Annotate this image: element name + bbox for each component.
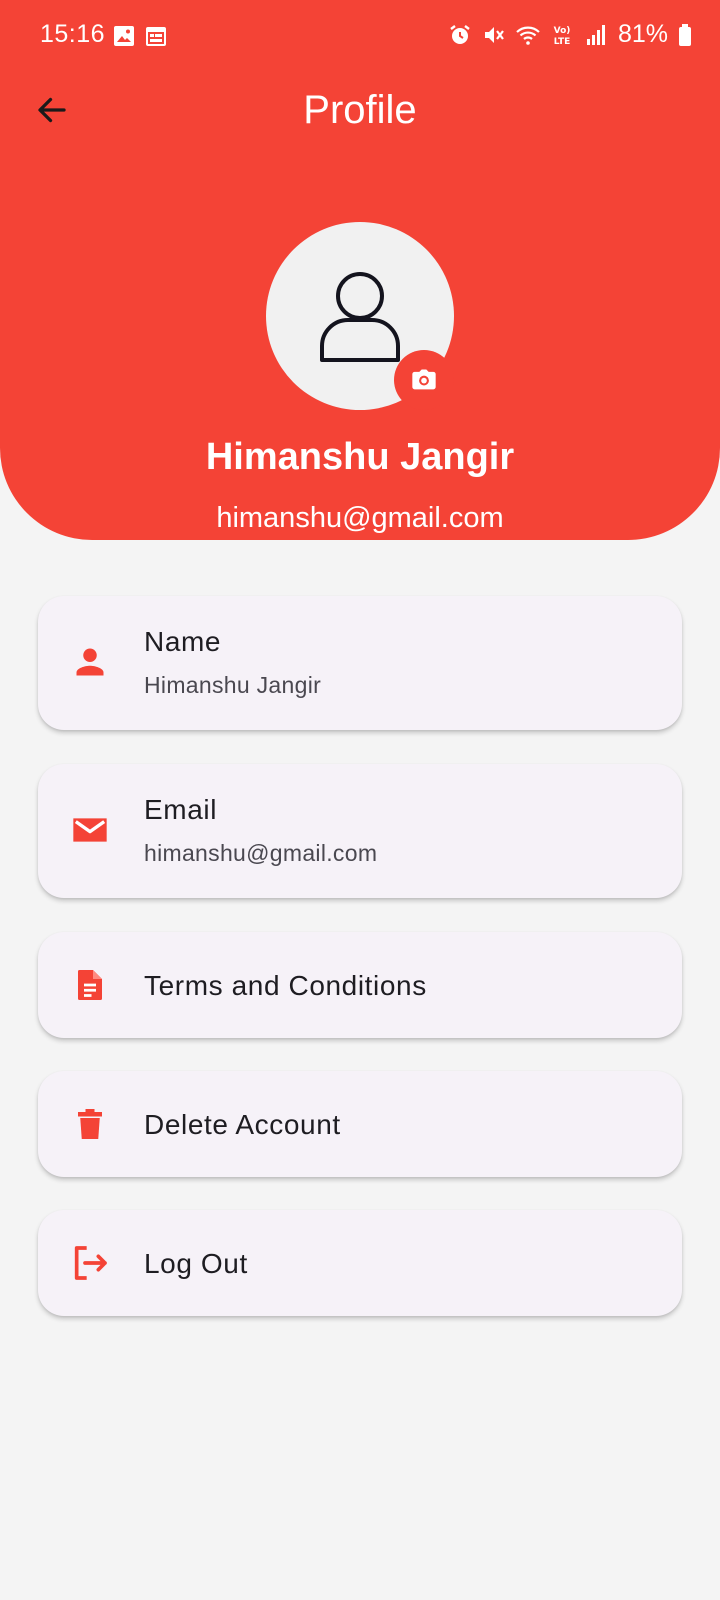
card-title: Name [144, 626, 222, 657]
alarm-icon [450, 24, 470, 44]
card-value: Himanshu Jangir [144, 672, 322, 698]
card-value: himanshu@gmail.com [144, 840, 378, 866]
status-left-icons [112, 24, 168, 48]
card-icon [68, 963, 112, 1007]
delete-account-card[interactable]: Delete Account [38, 1071, 682, 1177]
person-outline-icon [320, 272, 400, 362]
logout-card[interactable]: Log Out [38, 1210, 682, 1316]
document-icon [78, 970, 102, 1000]
card-icon [68, 1241, 112, 1285]
camera-icon [412, 369, 436, 390]
mail-icon [73, 818, 107, 842]
profile-name: Himanshu Jangir [205, 436, 515, 478]
trash-icon [78, 1109, 102, 1139]
name-card[interactable]: Name Himanshu Jangir [38, 596, 682, 730]
card-icon [68, 1102, 112, 1146]
status-time: 15:16 [40, 20, 106, 48]
status-bar: 15:16 Vo) LTE 81% [0, 0, 720, 72]
card-title: Log Out [144, 1248, 248, 1279]
profile-screen: 15:16 Vo) LTE 81% Profile Himanshu Jangi… [0, 0, 720, 1600]
battery-icon [679, 23, 691, 46]
card-icon [68, 808, 112, 852]
signal-icon [586, 24, 605, 45]
profile-header: 15:16 Vo) LTE 81% Profile Himanshu Jangi… [0, 0, 720, 540]
page-title: Profile [303, 88, 417, 132]
mute-icon [484, 26, 504, 43]
gallery-icon [114, 26, 134, 46]
profile-email: himanshu@gmail.com [216, 502, 504, 534]
card-title: Email [144, 794, 218, 825]
battery-percent: 81% [617, 20, 668, 48]
card-title: Delete Account [144, 1109, 341, 1140]
person-icon [76, 648, 104, 676]
email-card[interactable]: Email himanshu@gmail.com [38, 764, 682, 898]
app-bar: Profile [0, 72, 720, 152]
camera-button[interactable] [394, 350, 454, 410]
volte-icon: Vo) LTE [554, 26, 571, 47]
terms-card[interactable]: Terms and Conditions [38, 932, 682, 1038]
card-icon [68, 640, 112, 684]
svg-text:Vo): Vo) [554, 26, 571, 36]
wifi-icon [516, 26, 540, 45]
card-title: Terms and Conditions [144, 970, 427, 1001]
logout-icon [74, 1246, 107, 1280]
calendar-icon [146, 27, 166, 46]
svg-text:LTE: LTE [554, 37, 571, 47]
status-right-icons: Vo) LTE 81% [448, 20, 692, 49]
